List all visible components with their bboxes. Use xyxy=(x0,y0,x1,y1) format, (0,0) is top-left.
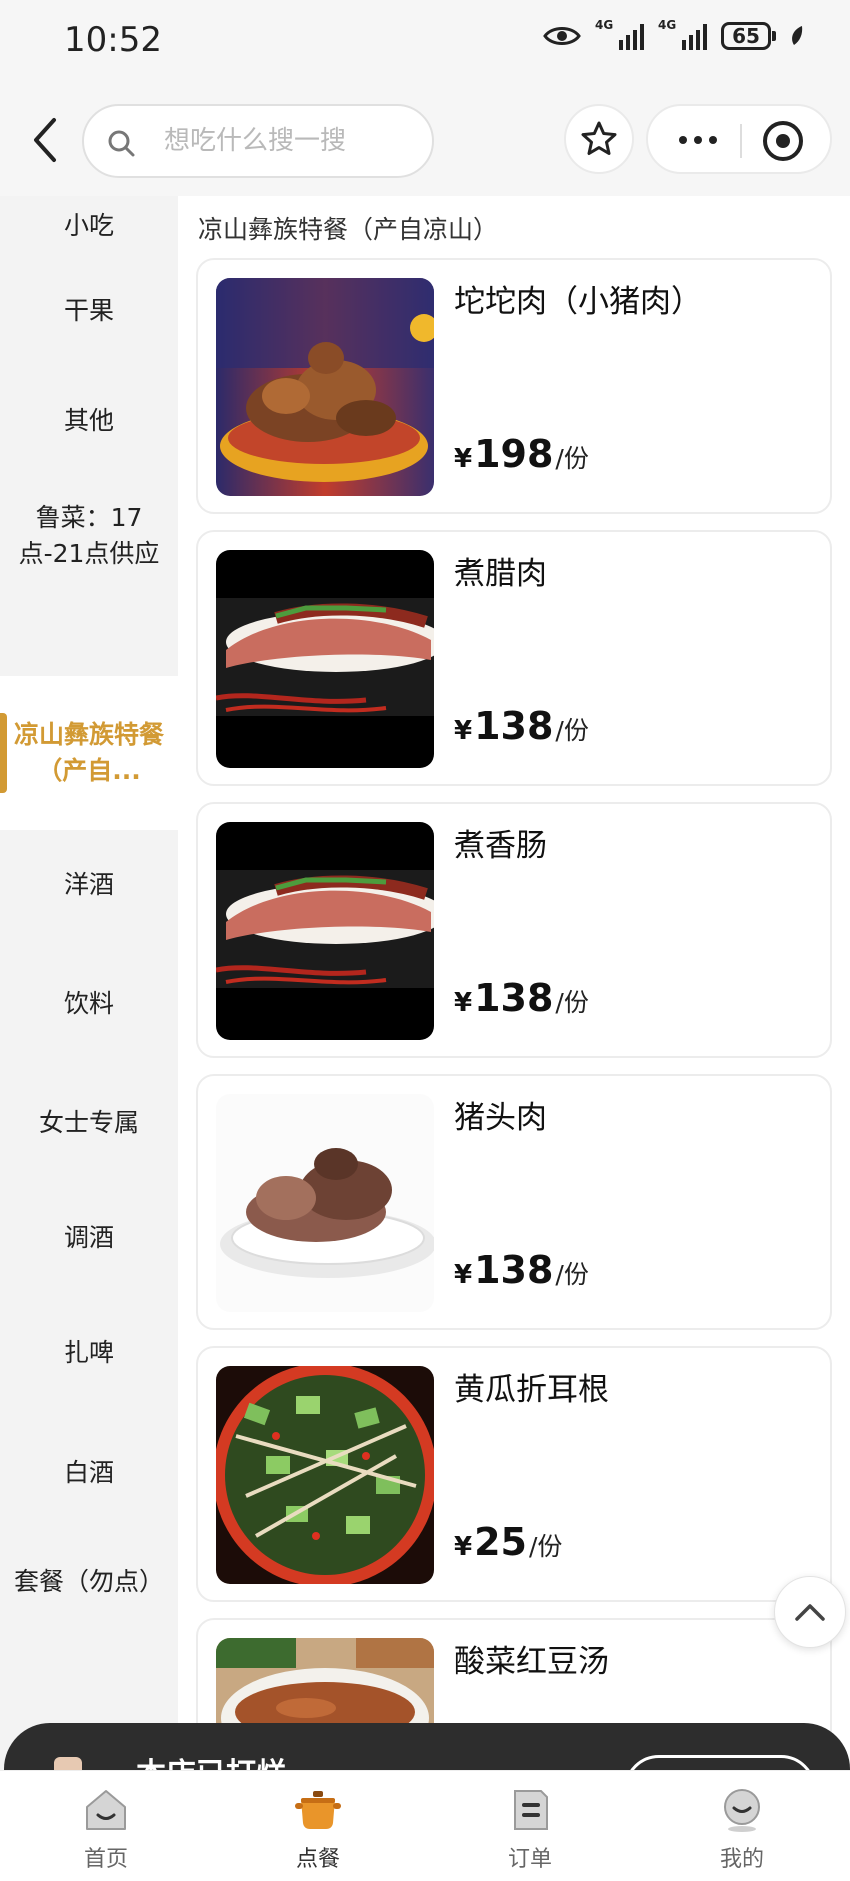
tab-label: 我的 xyxy=(719,1847,764,1872)
back-button[interactable] xyxy=(26,114,66,166)
dot-icon xyxy=(679,136,687,144)
tab-profile[interactable]: 我的 xyxy=(636,1771,848,1881)
profile-icon xyxy=(724,1789,760,1832)
back-to-top-button[interactable] xyxy=(774,1576,846,1648)
dish-card[interactable]: 煮腊肉 ¥ 138 /份 xyxy=(196,530,832,786)
dish-price: ¥ 25 /份 xyxy=(454,1520,563,1564)
tab-label: 点餐 xyxy=(295,1847,340,1872)
tab-home[interactable]: 首页 xyxy=(0,1771,212,1881)
active-category-indicator xyxy=(0,713,7,793)
battery-icon: 65 xyxy=(721,22,776,50)
dish-price: ¥ 138 /份 xyxy=(454,976,589,1020)
category-item[interactable]: 干果 xyxy=(0,256,178,366)
section-title: 凉山彝族特餐（产自凉山） xyxy=(198,215,499,244)
dish-name: 酸菜红豆汤 xyxy=(454,1644,609,1680)
app-root: 10:52 4G 4G 65 想吃什么搜一搜 小吃 干果 其他 鲁菜：17点-2… xyxy=(0,0,850,1881)
category-item[interactable]: 其他 xyxy=(0,366,178,476)
dish-name: 坨坨肉（小猪肉） xyxy=(454,284,702,320)
dish-image xyxy=(216,822,434,1040)
tab-label: 首页 xyxy=(83,1847,128,1872)
dish-card[interactable]: 坨坨肉（小猪肉） ¥ 198 /份 xyxy=(196,258,832,514)
star-icon xyxy=(581,121,617,155)
dish-name: 煮香肠 xyxy=(454,828,547,864)
dish-image xyxy=(216,550,434,768)
dish-name: 猪头肉 xyxy=(454,1100,547,1136)
tab-label: 订单 xyxy=(507,1847,552,1872)
status-icons: 4G 4G 65 xyxy=(543,18,804,50)
order-icon xyxy=(514,1790,548,1830)
category-item-active[interactable]: 凉山彝族特餐（产自... xyxy=(0,676,178,830)
dish-card[interactable]: 黄瓜折耳根 ¥ 25 /份 xyxy=(196,1346,832,1602)
signal-icon-1: 4G xyxy=(595,18,644,50)
status-time: 10:52 xyxy=(64,20,162,60)
category-item[interactable]: 白酒 xyxy=(0,1414,178,1532)
battery-level: 65 xyxy=(721,22,771,50)
tab-order-food[interactable]: 点餐 xyxy=(212,1771,424,1881)
search-bar[interactable] xyxy=(82,104,434,178)
signal-icon-2: 4G xyxy=(658,18,707,50)
category-item[interactable]: 女士专属 xyxy=(0,1068,178,1178)
capsule-divider xyxy=(740,124,742,158)
mini-program-capsule xyxy=(646,104,832,174)
home-icon xyxy=(86,1790,126,1830)
category-item[interactable]: 饮料 xyxy=(0,940,178,1068)
leaf-icon xyxy=(792,26,803,45)
dot-icon xyxy=(709,136,717,144)
close-mini-program-button[interactable] xyxy=(760,118,806,164)
nav-bar xyxy=(0,86,850,196)
dish-name: 黄瓜折耳根 xyxy=(454,1372,609,1408)
dish-image xyxy=(216,278,434,496)
category-item[interactable]: 小吃 xyxy=(0,196,178,256)
dish-price: ¥ 198 /份 xyxy=(454,432,589,476)
search-input[interactable] xyxy=(164,106,424,176)
category-item[interactable]: 扎啤 xyxy=(0,1298,178,1408)
chevron-left-icon xyxy=(34,118,56,162)
dot-icon xyxy=(694,136,702,144)
dish-card[interactable]: 猪头肉 ¥ 138 /份 xyxy=(196,1074,832,1330)
favorite-button[interactable] xyxy=(564,104,634,174)
more-options-button[interactable] xyxy=(668,120,728,160)
category-item[interactable]: 调酒 xyxy=(0,1178,178,1298)
category-item[interactable]: 洋酒 xyxy=(0,830,178,940)
chevron-up-icon xyxy=(795,1604,825,1621)
dish-card[interactable]: 煮香肠 ¥ 138 /份 xyxy=(196,802,832,1058)
category-item[interactable]: 套餐（勿点） xyxy=(0,1532,178,1632)
category-item[interactable]: 鲁菜：17点-21点供应 xyxy=(0,486,178,586)
eye-icon xyxy=(543,27,581,45)
dish-image xyxy=(216,1366,434,1584)
bottom-tab-bar: 首页 点餐 订单 我的 xyxy=(0,1770,850,1881)
search-icon xyxy=(108,130,135,157)
status-bar: 10:52 4G 4G 65 xyxy=(0,0,850,86)
dish-price: ¥ 138 /份 xyxy=(454,704,589,748)
target-icon xyxy=(763,121,803,161)
category-sidebar: 小吃 干果 其他 鲁菜：17点-21点供应 凉山彝族特餐（产自... 洋酒 饮料… xyxy=(0,196,178,1770)
dish-list: 凉山彝族特餐（产自凉山） 坨坨肉（小猪肉） ¥ 198 /份 煮腊肉 ¥ 138… xyxy=(178,196,850,1770)
pot-icon xyxy=(295,1791,341,1829)
dish-name: 煮腊肉 xyxy=(454,556,547,592)
dish-image xyxy=(216,1094,434,1312)
dish-price: ¥ 138 /份 xyxy=(454,1248,589,1292)
tab-orders[interactable]: 订单 xyxy=(424,1771,636,1881)
